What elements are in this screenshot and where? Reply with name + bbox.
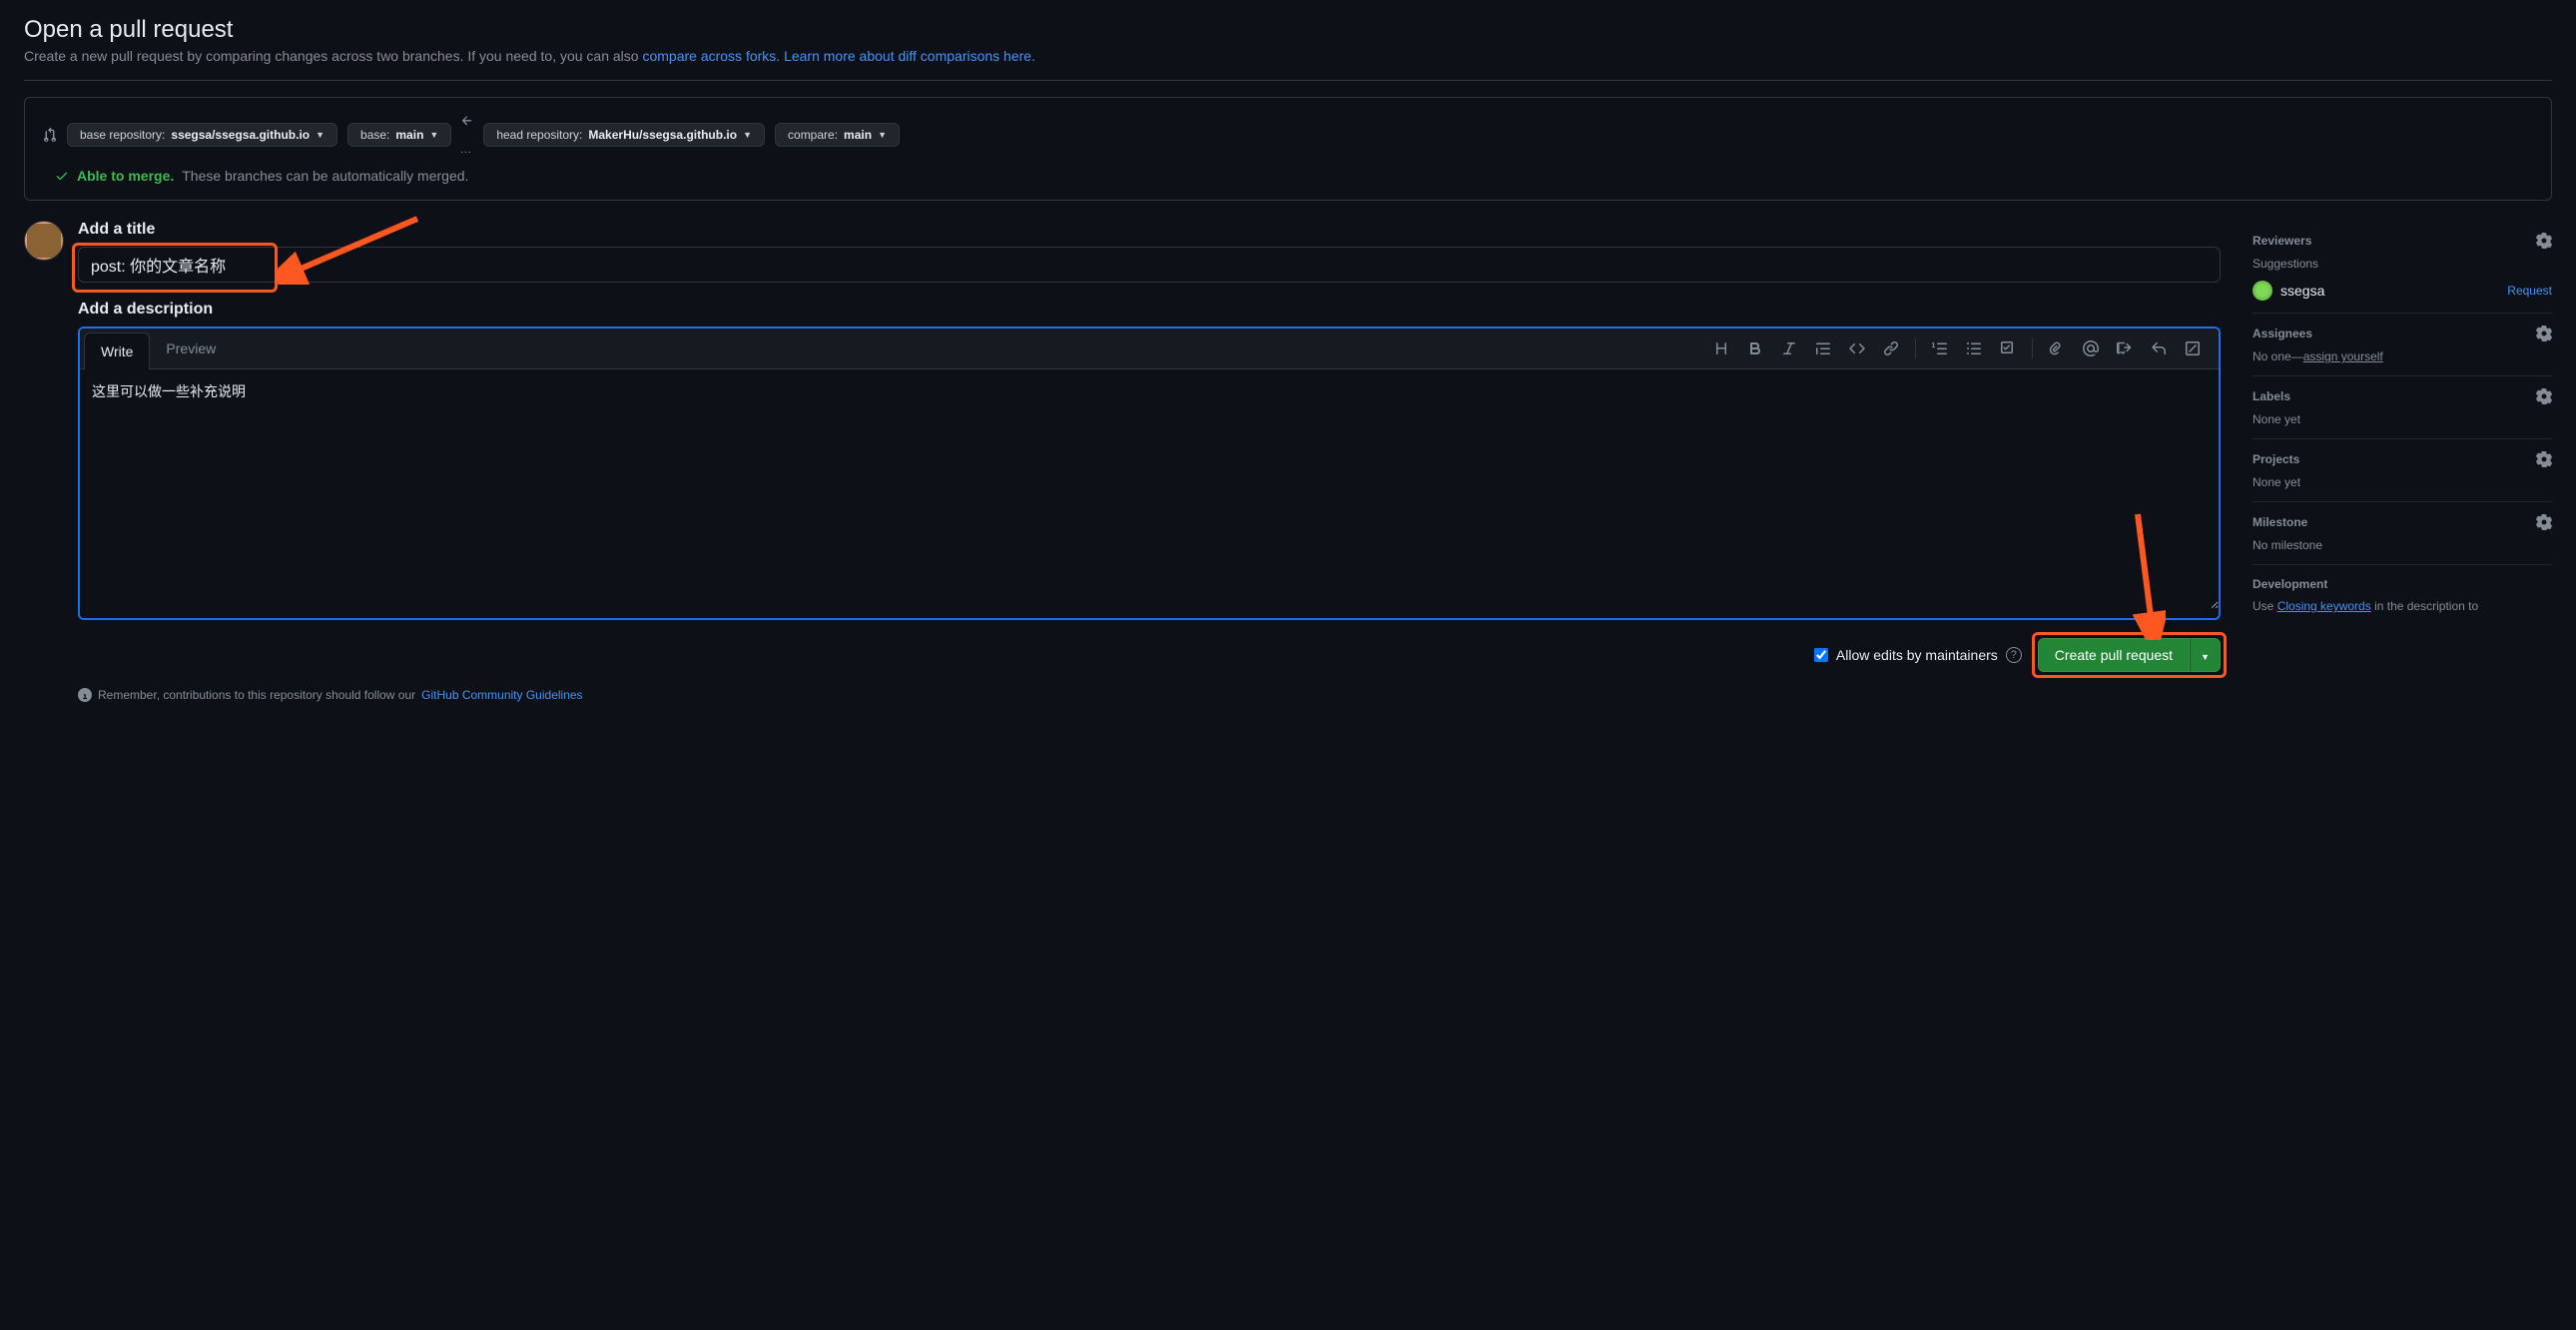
closing-keywords-link[interactable]: Closing keywords [2277,599,2371,613]
projects-title: Projects [2253,452,2299,466]
tab-preview[interactable]: Preview [150,331,233,366]
link-icon[interactable] [1875,332,1907,364]
description-editor: Write Preview [78,327,2221,620]
milestone-title: Milestone [2253,515,2307,529]
arrow-left-icon [459,114,475,128]
ordered-list-icon[interactable] [1924,332,1956,364]
head-repo-selector[interactable]: head repository: MakerHu/ssegsa.github.i… [483,123,765,147]
user-avatar [24,221,64,261]
compare-branch-selector[interactable]: compare: main ▼ [775,123,900,147]
caret-down-icon: ▼ [743,130,752,140]
reply-icon[interactable] [2143,332,2175,364]
guidelines-note: Remember, contributions to this reposito… [78,688,2221,702]
gear-icon[interactable] [2536,514,2552,530]
page-title: Open a pull request [24,16,2552,44]
description-label: Add a description [78,301,2221,319]
allow-edits-checkbox[interactable]: Allow edits by maintainers ? [1814,647,2022,663]
page-header: Open a pull request Create a new pull re… [24,16,2552,64]
request-review-link[interactable]: Request [2507,284,2552,298]
create-pr-dropdown[interactable]: ▼ [2190,638,2221,672]
diff-icon[interactable] [2177,332,2209,364]
title-label: Add a title [78,221,2221,239]
description-textarea[interactable] [80,369,2219,609]
labels-title: Labels [2253,389,2290,403]
divider [24,80,2552,81]
tab-write[interactable]: Write [84,332,150,369]
heading-icon[interactable] [1705,332,1737,364]
task-list-icon[interactable] [1992,332,2024,364]
base-repo-selector[interactable]: base repository: ssegsa/ssegsa.github.io… [67,123,337,147]
caret-down-icon: ▼ [316,130,324,140]
git-compare-icon [41,127,57,143]
assignees-title: Assignees [2253,327,2312,340]
page-subtitle: Create a new pull request by comparing c… [24,48,2552,64]
reviewer-suggestion[interactable]: ssegsa [2253,281,2324,301]
gear-icon[interactable] [2536,388,2552,404]
assign-yourself-link[interactable]: assign yourself [2303,349,2383,363]
help-icon[interactable]: ? [2006,647,2022,663]
merge-status: Able to merge. These branches can be aut… [41,168,2535,184]
create-pr-button[interactable]: Create pull request [2038,638,2190,672]
compare-forks-link[interactable]: compare across forks [642,48,776,64]
learn-more-link[interactable]: Learn more about diff comparisons here. [784,48,1035,64]
cross-reference-icon[interactable] [2109,332,2141,364]
italic-icon[interactable] [1773,332,1805,364]
development-title: Development [2253,577,2327,591]
guidelines-link[interactable]: GitHub Community Guidelines [421,688,582,702]
caret-down-icon: ▼ [2201,652,2210,662]
caret-down-icon: ▼ [429,130,438,140]
user-avatar-icon [2253,281,2272,301]
check-icon [55,169,69,183]
caret-down-icon: ▼ [878,130,887,140]
sidebar: Reviewers Suggestions ssegsa Request Ass… [2253,221,2552,702]
code-icon[interactable] [1841,332,1873,364]
gear-icon[interactable] [2536,326,2552,341]
ellipsis-icon: … [459,142,471,156]
unordered-list-icon[interactable] [1958,332,1990,364]
title-input[interactable] [78,247,2221,283]
attach-icon[interactable] [2041,332,2073,364]
mention-icon[interactable] [2075,332,2107,364]
quote-icon[interactable] [1807,332,1839,364]
reviewers-title: Reviewers [2253,234,2311,248]
compare-box: base repository: ssegsa/ssegsa.github.io… [24,97,2552,201]
gear-icon[interactable] [2536,233,2552,249]
bold-icon[interactable] [1739,332,1771,364]
base-branch-selector[interactable]: base: main ▼ [347,123,451,147]
gear-icon[interactable] [2536,451,2552,467]
